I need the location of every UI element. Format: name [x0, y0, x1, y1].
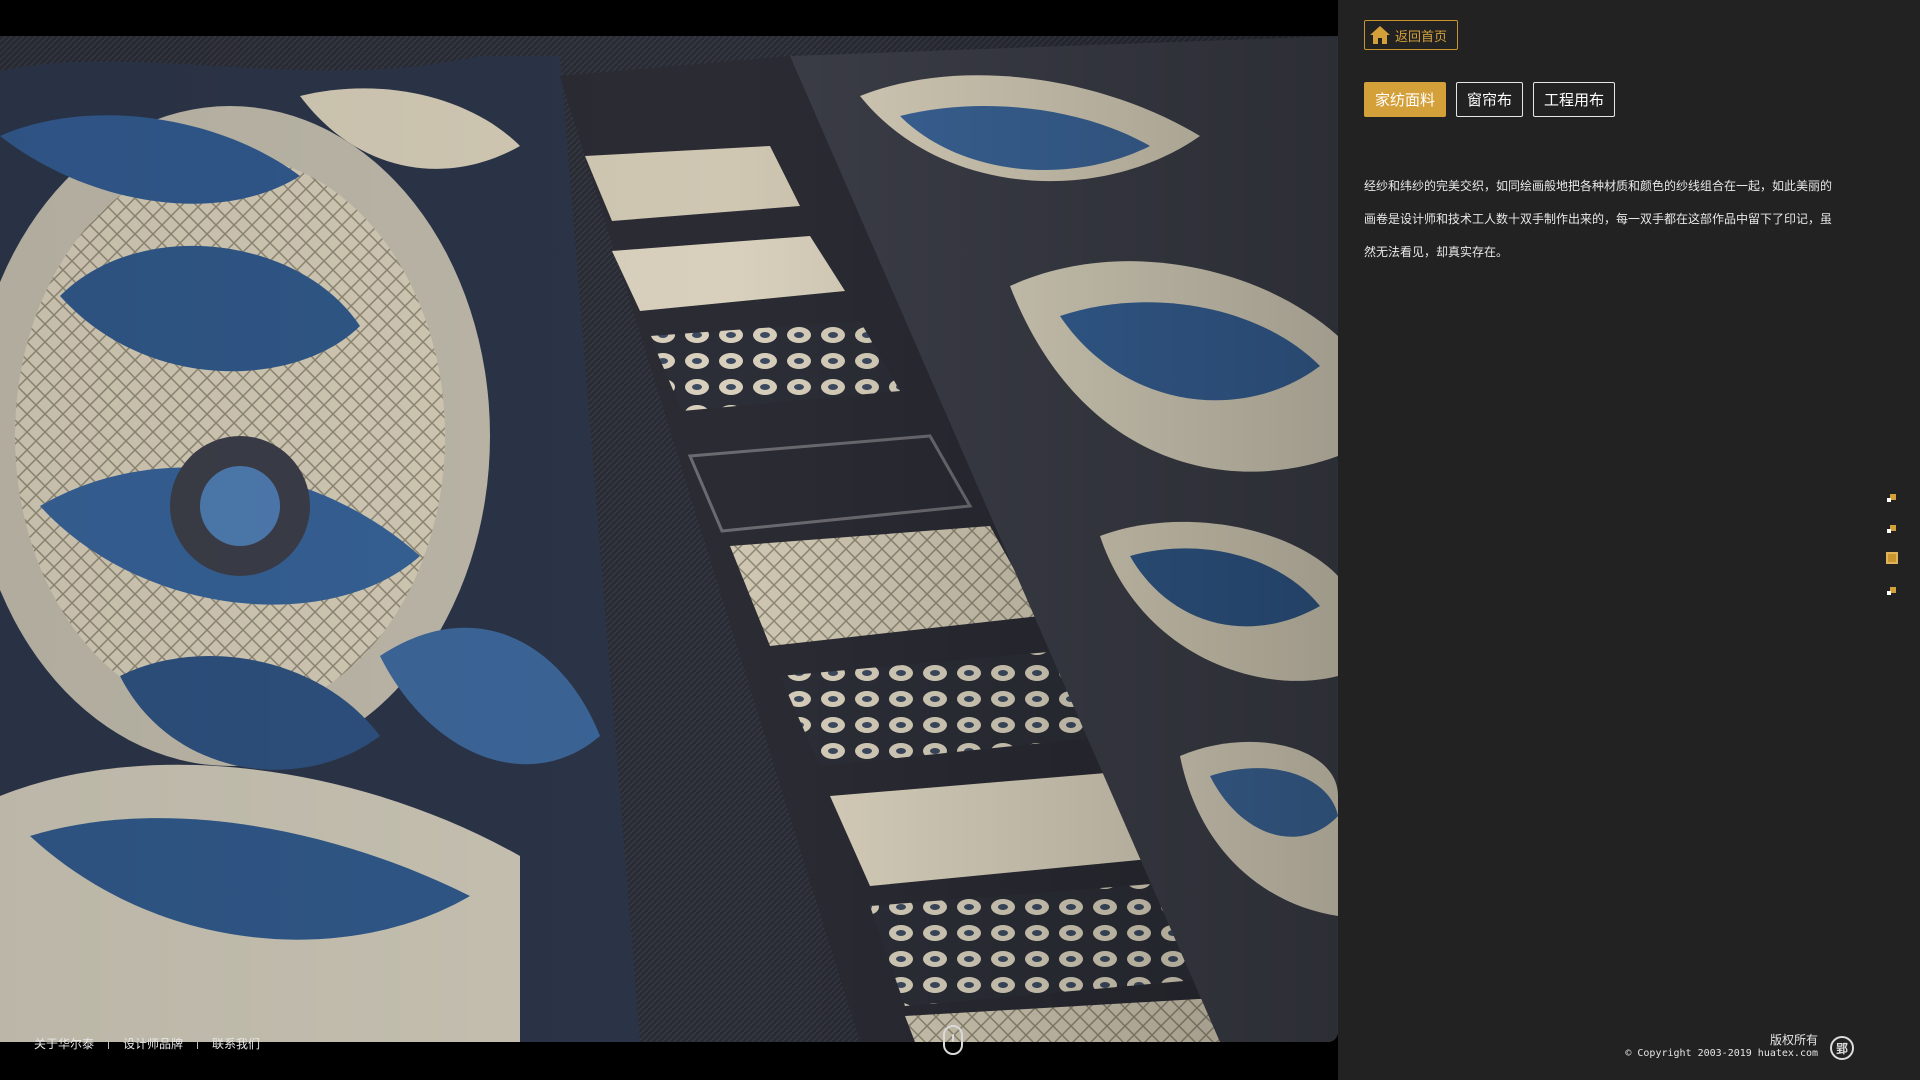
- tab-curtain-fabric[interactable]: 窗帘布: [1456, 82, 1524, 117]
- tab-engineering-fabric[interactable]: 工程用布: [1533, 82, 1616, 117]
- slide-pagination: [1886, 490, 1902, 614]
- slide-dot-2[interactable]: [1886, 521, 1898, 533]
- hero-area: 关于华尔泰 设计师品牌 联系我们: [0, 0, 1338, 1080]
- site-badge-icon[interactable]: 郢: [1830, 1036, 1854, 1060]
- footer-link-contact[interactable]: 联系我们: [212, 1035, 260, 1052]
- slide-dot-1[interactable]: [1886, 490, 1898, 502]
- fabric-image: [0, 36, 1338, 1042]
- copyright-block: 版权所有 © Copyright 2003-2019 huatex.com: [1625, 1033, 1818, 1061]
- back-home-label: 返回首页: [1395, 29, 1448, 45]
- footer-links: 关于华尔泰 设计师品牌 联系我们: [34, 1035, 260, 1051]
- mouse-wheel: [952, 1034, 954, 1042]
- slide-dot-3-active[interactable]: [1886, 552, 1898, 564]
- tab-home-textile[interactable]: 家纺面料: [1364, 82, 1447, 117]
- page: 关于华尔泰 设计师品牌 联系我们 返回首页 家纺面料 窗帘布 工程用布 经纱和纬…: [0, 0, 1920, 1080]
- product-description: 经纱和纬纱的完美交织，如同绘画般地把各种材质和颜色的纱线组合在一起，如此美丽的画…: [1364, 179, 1833, 259]
- slide-dot-4[interactable]: [1886, 583, 1898, 595]
- copyright-text: © Copyright 2003-2019 huatex.com: [1625, 1048, 1818, 1059]
- footer-link-designer-brand[interactable]: 设计师品牌: [123, 1035, 183, 1052]
- category-tabs: 家纺面料 窗帘布 工程用布: [1364, 82, 1616, 117]
- side-panel: 返回首页 家纺面料 窗帘布 工程用布 经纱和纬纱的完美交织，如同绘画般地把各种材…: [1338, 0, 1920, 1080]
- footer-separator: [197, 1037, 199, 1049]
- footer-separator: [108, 1037, 110, 1049]
- home-icon: [1370, 26, 1390, 44]
- footer-link-about[interactable]: 关于华尔泰: [34, 1035, 94, 1052]
- mouse-scroll-icon[interactable]: [943, 1025, 963, 1055]
- back-home-button[interactable]: 返回首页: [1364, 20, 1458, 50]
- rights-text: 版权所有: [1769, 1033, 1818, 1047]
